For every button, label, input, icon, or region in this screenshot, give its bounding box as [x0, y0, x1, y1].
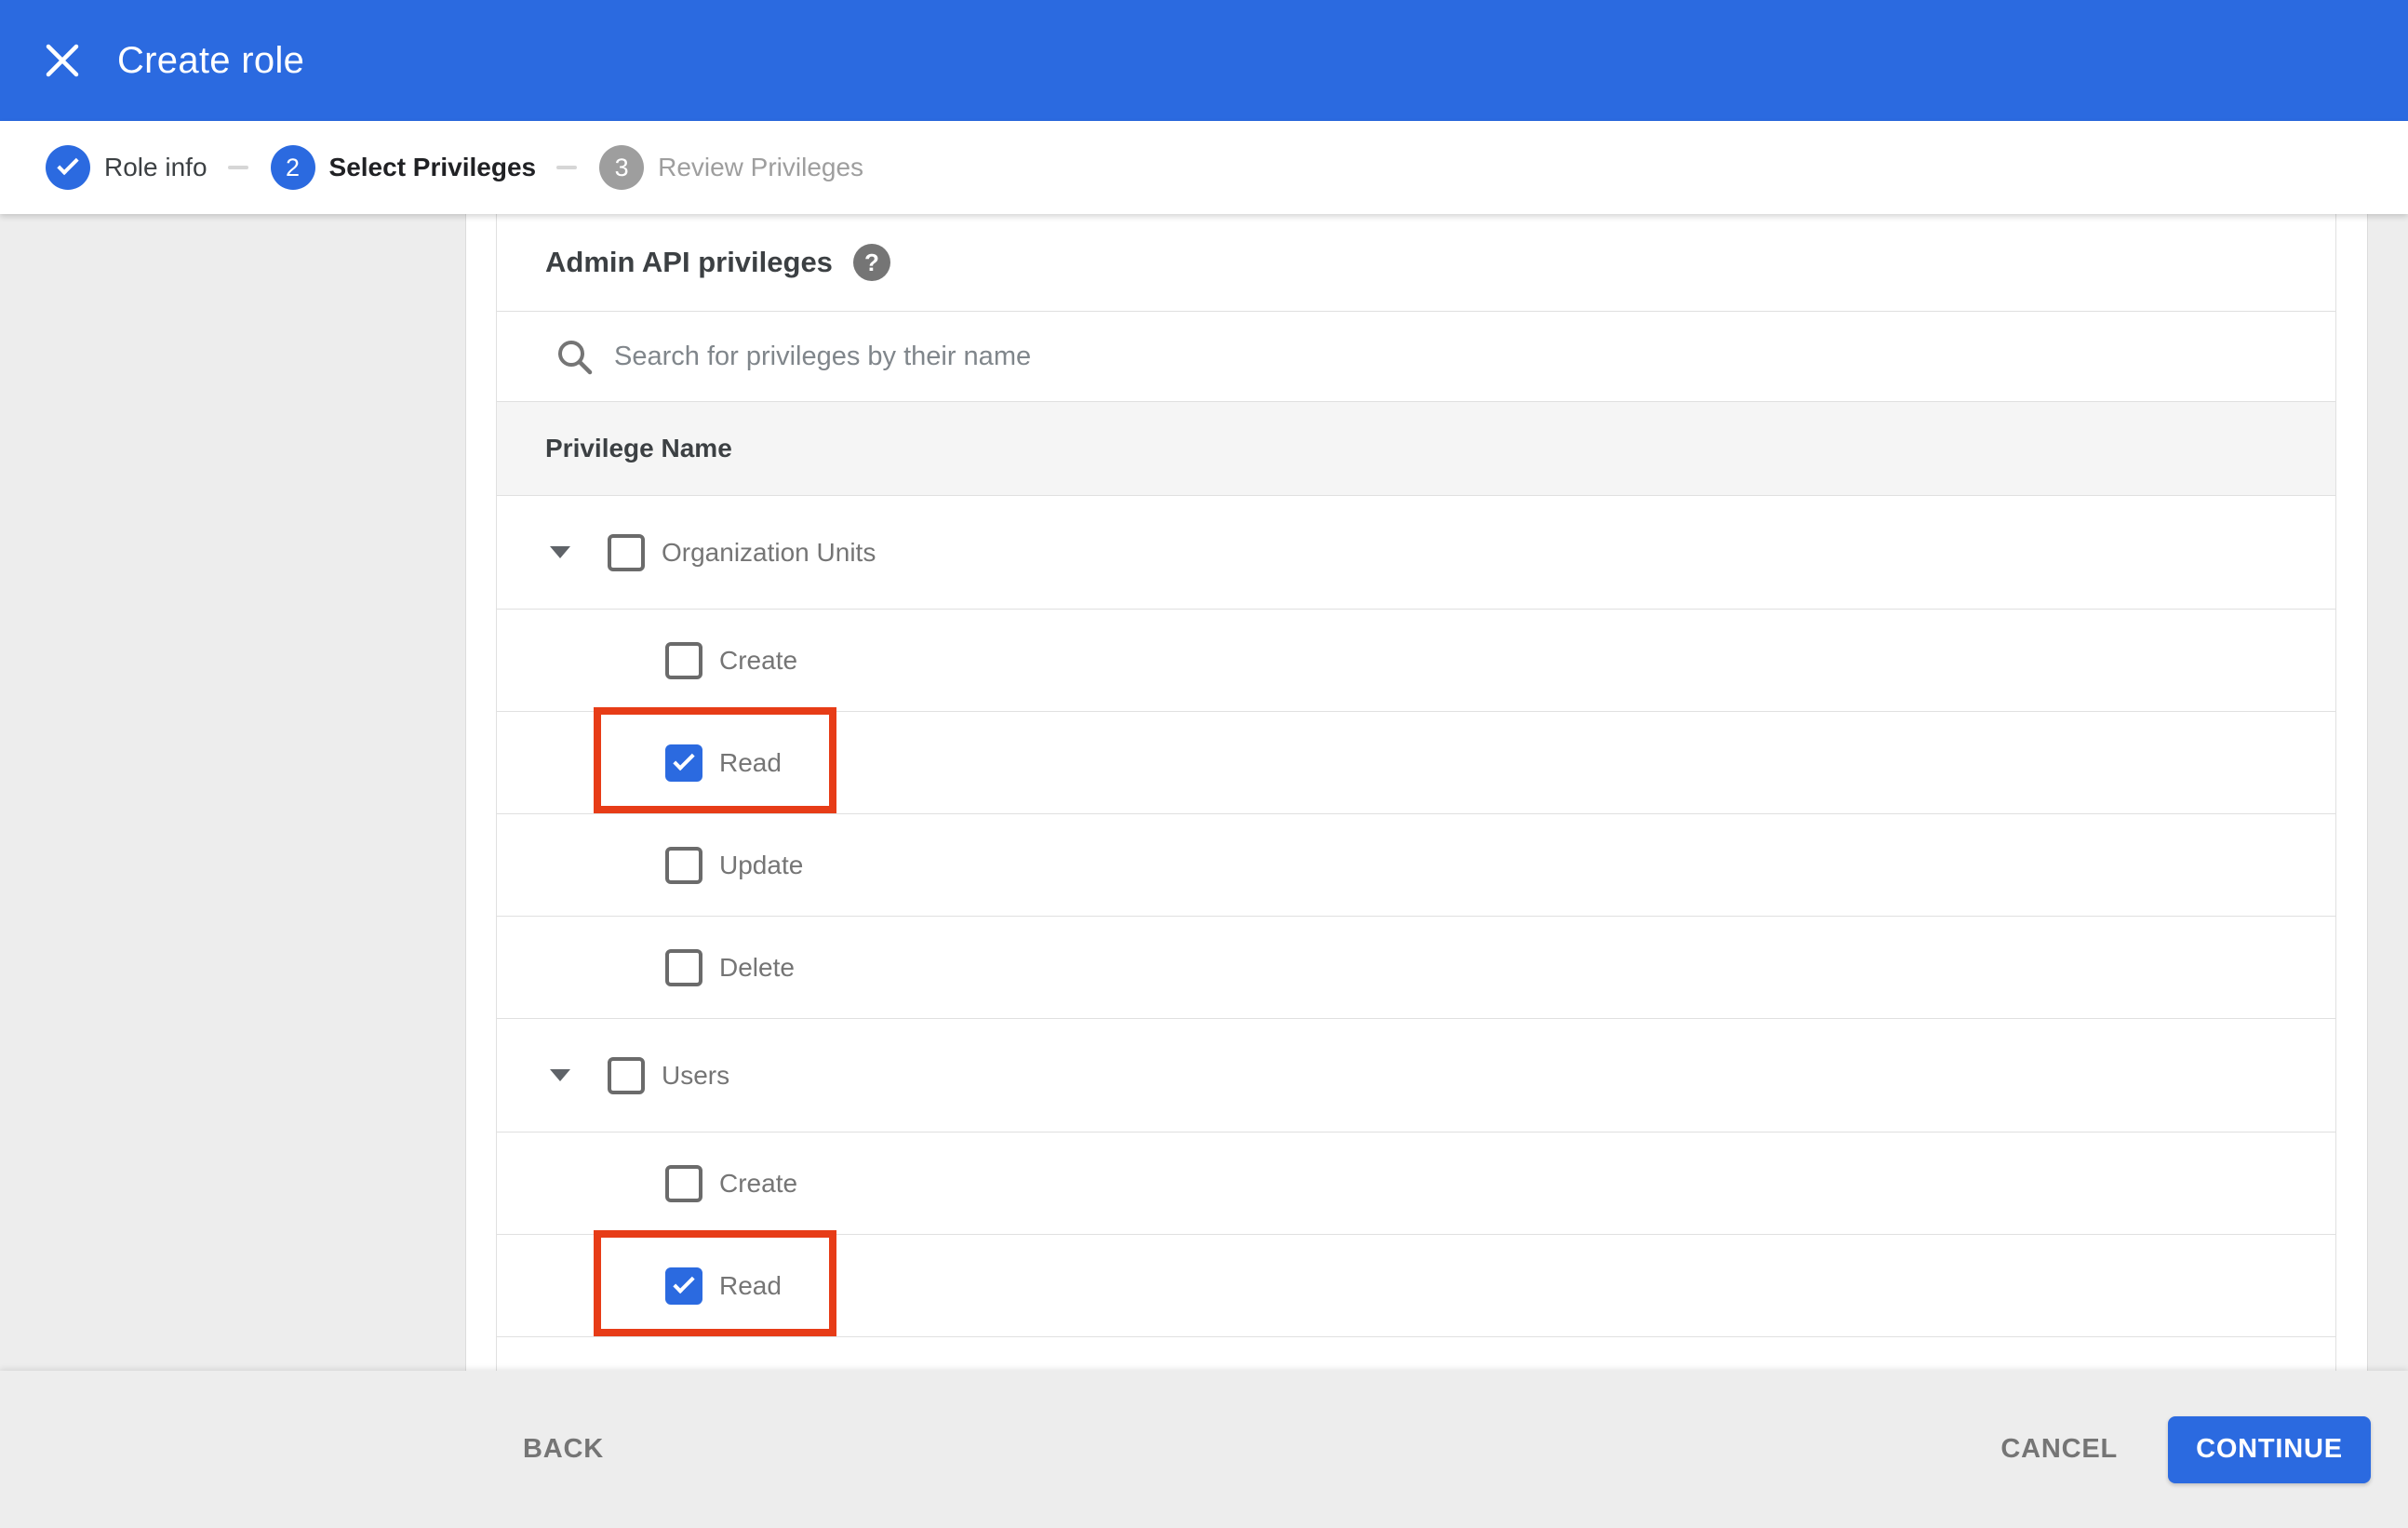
dialog-title: Create role: [117, 39, 305, 81]
checkmark-icon: [57, 153, 79, 176]
checkmark-icon: [673, 1271, 695, 1293]
checkbox-users[interactable]: [608, 1056, 645, 1094]
row-label: Create: [719, 645, 798, 675]
stepper-step-role-info[interactable]: Role info: [46, 145, 207, 190]
cancel-button[interactable]: CANCEL: [2000, 1434, 2118, 1465]
child-row-orgunits-read: Read: [497, 707, 2335, 814]
checkbox-orgunits-update[interactable]: [665, 846, 702, 884]
step-2-label: Select Privileges: [328, 153, 537, 181]
checkbox-users-read[interactable]: [665, 1267, 702, 1305]
step-3-circle: 3: [599, 145, 645, 190]
checkbox-orgunits-read[interactable]: [665, 744, 702, 782]
annotation-highlight-box: [594, 1230, 836, 1336]
stepper: Role info 2 Select Privileges 3 Review P…: [0, 121, 2408, 214]
step-3-label: Review Privileges: [658, 153, 864, 181]
collapse-triangle-icon[interactable]: [550, 1069, 570, 1081]
stepper-step-select-privileges[interactable]: 2 Select Privileges: [270, 145, 537, 190]
stepper-step-review-privileges[interactable]: 3 Review Privileges: [599, 145, 863, 190]
step-1-circle: [46, 145, 90, 190]
step-1-label: Role info: [104, 153, 207, 181]
child-row-orgunits-create: Create: [497, 610, 2335, 712]
row-label: Users: [662, 1060, 730, 1090]
column-header: Privilege Name: [497, 402, 2335, 496]
annotation-highlight-box: [594, 707, 836, 813]
close-icon[interactable]: [45, 43, 80, 78]
row-label: Create: [719, 1168, 798, 1198]
section-header: Admin API privileges ?: [497, 214, 2335, 312]
search-icon: [558, 341, 593, 375]
checkbox-orgunits-create[interactable]: [665, 641, 702, 679]
stepper-connector: [227, 166, 248, 169]
checkbox-organization-units[interactable]: [608, 533, 645, 571]
row-label: Read: [719, 747, 782, 777]
row-label: Organization Units: [662, 537, 876, 567]
section-title: Admin API privileges: [545, 246, 833, 278]
row-label: Delete: [719, 952, 795, 982]
help-icon[interactable]: ?: [852, 244, 890, 281]
stepper-connector: [556, 166, 578, 169]
child-row-users-read: Read: [497, 1230, 2335, 1337]
continue-button[interactable]: CONTINUE: [2168, 1415, 2371, 1483]
back-button[interactable]: BACK: [523, 1434, 604, 1465]
row-label: Read: [719, 1270, 782, 1300]
footer-bar: BACK CANCEL CONTINUE: [0, 1371, 2408, 1528]
search-row: [497, 312, 2335, 402]
privileges-table: Admin API privileges ? Privilege Name Or…: [496, 214, 2336, 1371]
search-input[interactable]: [614, 341, 2335, 372]
checkbox-users-create[interactable]: [665, 1164, 702, 1202]
step-2-circle: 2: [270, 145, 315, 190]
privileges-card: Admin API privileges ? Privilege Name Or…: [465, 214, 2368, 1371]
child-row-users-create: Create: [497, 1133, 2335, 1235]
main-content: Admin API privileges ? Privilege Name Or…: [0, 214, 2408, 1371]
collapse-triangle-icon[interactable]: [550, 546, 570, 558]
child-row-orgunits-delete: Delete: [497, 917, 2335, 1019]
group-row-users: Users: [497, 1019, 2335, 1133]
checkmark-icon: [673, 748, 695, 771]
dialog-header: Create role: [0, 0, 2408, 121]
checkbox-orgunits-delete[interactable]: [665, 948, 702, 986]
group-row-organization-units: Organization Units: [497, 496, 2335, 610]
child-row-orgunits-update: Update: [497, 814, 2335, 917]
row-label: Update: [719, 850, 804, 879]
